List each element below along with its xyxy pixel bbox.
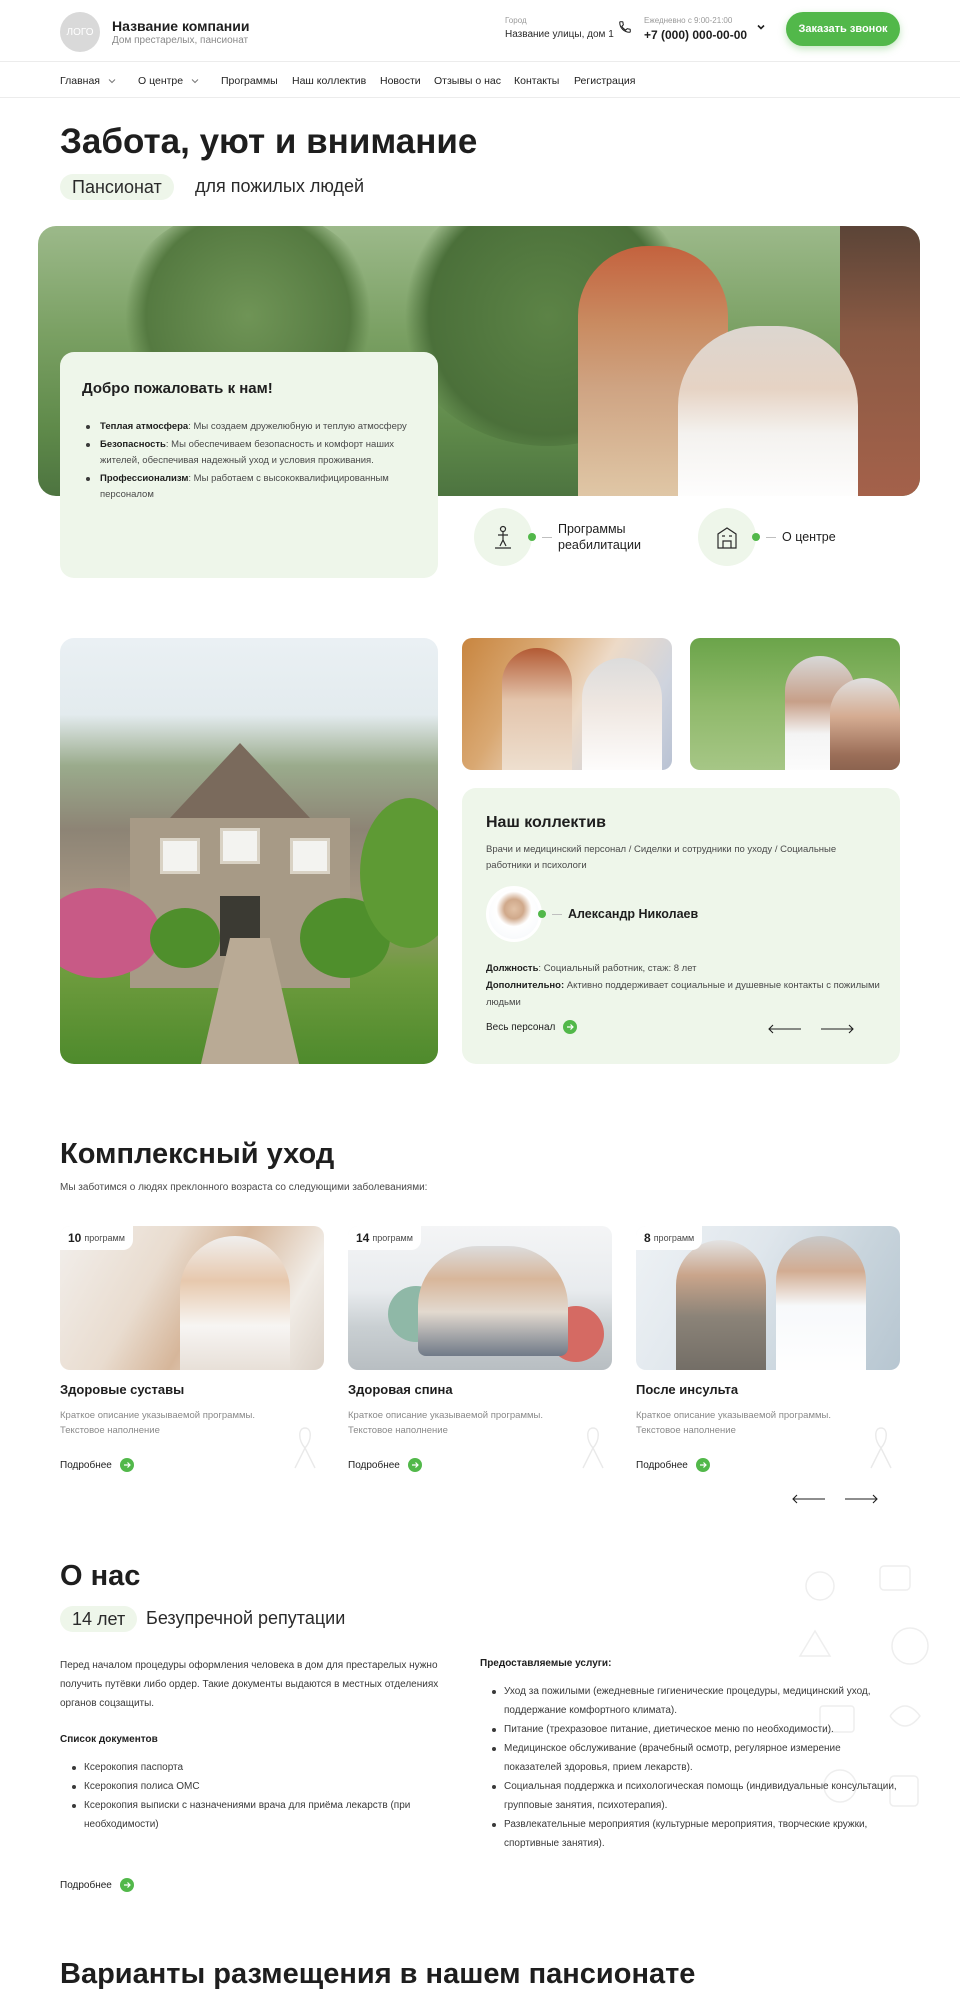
about-title: О нас (60, 1560, 141, 1592)
services-title: Предоставляемые услуги: (480, 1658, 612, 1669)
care-card[interactable]: 8 программ После инсульта Краткое описани… (636, 1226, 900, 1476)
team-photo-2 (690, 638, 900, 770)
logo[interactable]: ЛОГО (60, 12, 100, 52)
nav-item-reviews[interactable]: Отзывы о нас (434, 75, 501, 87)
arrow-right-icon (119, 1458, 134, 1472)
member-info: Должность: Социальный работник, стаж: 8 … (486, 963, 880, 1008)
arrow-right-icon (119, 1878, 134, 1892)
building-icon (717, 527, 737, 549)
phone-icon (619, 21, 631, 33)
address: Название улицы, дом 1 (505, 29, 614, 40)
company-name: Название компании (112, 18, 250, 34)
chevron-down-icon[interactable] (756, 22, 766, 32)
ribbon-icon (582, 1427, 604, 1469)
care-image: 8 программ (636, 1226, 900, 1370)
care-card[interactable]: 14 программ Здоровая спина Краткое описан… (348, 1226, 612, 1476)
arrow-right-icon (407, 1458, 422, 1472)
care-carousel-arrows (792, 1494, 878, 1504)
arrow-right-icon[interactable] (844, 1494, 878, 1504)
placement-title: Варианты размещения в нашем пансионате (60, 1958, 696, 1990)
list-item: Ксерокопия полиса ОМС (60, 1777, 460, 1796)
welcome-title: Добро пожаловать к нам! (82, 380, 273, 397)
care-image: 14 программ (348, 1226, 612, 1370)
hero-pill: Пансионат (60, 174, 174, 200)
arrow-right-icon (563, 1020, 578, 1034)
chevron-down-icon (191, 79, 199, 84)
team-photo-1 (462, 638, 672, 770)
about-intro: Перед началом процедуры оформления челов… (60, 1660, 439, 1709)
house-photo (60, 638, 438, 1064)
services-list: Уход за пожилыми (ежедневные гигиеническ… (480, 1682, 900, 1853)
care-desc: Краткое описание указываемой программы. … (60, 1410, 255, 1436)
arrow-left-icon[interactable] (768, 1024, 802, 1034)
phone-number[interactable]: +7 (000) 000-00-00 (644, 28, 747, 42)
nav-item-team[interactable]: Наш коллектив (292, 75, 366, 87)
team-roles: Врачи и медицинский персонал / Сиделки и… (486, 844, 837, 871)
all-staff-link[interactable]: Весь персонал (486, 1020, 578, 1034)
hero-title: Забота, уют и внимание (60, 122, 478, 161)
order-call-button[interactable]: Заказать звонок (786, 12, 900, 46)
nav-item-about[interactable]: О центре (138, 75, 199, 87)
list-item: Профессионализм: Мы работаем с высококва… (82, 471, 416, 503)
nav-item-registration[interactable]: Регистрация (574, 75, 635, 87)
care-name: После инсульта (636, 1382, 739, 1397)
programs-badge: 8 программ (636, 1226, 703, 1250)
list-item: Социальная поддержка и психологическая п… (480, 1777, 900, 1815)
team-card: Наш коллектив Врачи и медицинский персон… (462, 788, 900, 1064)
programs-badge: 14 программ (348, 1226, 421, 1250)
team-carousel-arrows (768, 1024, 854, 1034)
about-subtitle: Безупречной репутации (146, 1608, 346, 1628)
working-hours: Ежедневно с 9:00-21:00 (644, 16, 733, 25)
member-name: Александр Николаев (568, 907, 699, 921)
list-item: Безопасность: Мы обеспечиваем безопаснос… (82, 437, 416, 469)
more-link[interactable]: Подробнее (60, 1878, 134, 1892)
welcome-card: Добро пожаловать к нам! Теплая атмосфера… (60, 352, 438, 578)
ribbon-icon (294, 1427, 316, 1469)
list-item: Теплая атмосфера: Мы создаем дружелюбную… (82, 419, 416, 435)
arrow-left-icon[interactable] (792, 1494, 826, 1504)
arrow-right-icon (695, 1458, 710, 1472)
rehab-icon (495, 525, 511, 549)
hero-subtitle: для пожилых людей (195, 176, 365, 196)
list-item: Медицинское обслуживание (врачебный осмо… (480, 1739, 900, 1777)
care-subtitle: Мы заботимся о людях преклонного возраст… (60, 1182, 428, 1193)
care-name: Здоровые суставы (60, 1382, 185, 1397)
nav-item-contacts[interactable]: Контакты (514, 75, 559, 87)
city-label: Город (505, 16, 527, 25)
avatar (486, 886, 542, 942)
list-item: Ксерокопия паспорта (60, 1758, 460, 1777)
care-title: Комплексный уход (60, 1138, 335, 1170)
quick-link-about[interactable]: О центре (698, 508, 836, 566)
more-link[interactable]: Подробнее (636, 1458, 710, 1472)
list-item: Развлекательные мероприятия (культурные … (480, 1815, 900, 1853)
docs-title: Список документов (60, 1734, 158, 1745)
arrow-right-icon[interactable] (820, 1024, 854, 1034)
care-card[interactable]: 10 программ Здоровые суставы Краткое опис… (60, 1226, 324, 1476)
docs-list: Ксерокопия паспорта Ксерокопия полиса ОМ… (60, 1758, 460, 1834)
list-item: Ксерокопия выписки с назначениями врача … (60, 1796, 460, 1834)
programs-badge: 10 программ (60, 1226, 133, 1250)
team-title: Наш коллектив (486, 814, 606, 831)
more-link[interactable]: Подробнее (348, 1458, 422, 1472)
nav-item-news[interactable]: Новости (380, 75, 421, 87)
more-link[interactable]: Подробнее (60, 1458, 134, 1472)
nav-item-programs[interactable]: Программы (221, 75, 278, 87)
care-name: Здоровая спина (348, 1382, 453, 1397)
company-subtitle: Дом престарелых, пансионат (112, 35, 249, 46)
main-nav: Главная О центре Программы Наш коллектив… (0, 62, 960, 98)
chevron-down-icon (108, 79, 116, 84)
list-item: Питание (трехразовое питание, диетическо… (480, 1720, 900, 1739)
ribbon-icon (870, 1427, 892, 1469)
welcome-list: Теплая атмосфера: Мы создаем дружелюбную… (82, 419, 416, 503)
site-header: ЛОГО Название компании Дом престарелых, … (0, 0, 960, 62)
list-item: Уход за пожилыми (ежедневные гигиеническ… (480, 1682, 900, 1720)
team-member[interactable]: Александр Николаев (486, 886, 698, 942)
about-pill: 14 лет (60, 1606, 138, 1632)
care-desc: Краткое описание указываемой программы. … (348, 1410, 543, 1436)
nav-item-home[interactable]: Главная (60, 75, 116, 87)
care-image: 10 программ (60, 1226, 324, 1370)
quick-link-rehab[interactable]: Программы реабилитации (474, 508, 641, 566)
care-desc: Краткое описание указываемой программы. … (636, 1410, 831, 1436)
